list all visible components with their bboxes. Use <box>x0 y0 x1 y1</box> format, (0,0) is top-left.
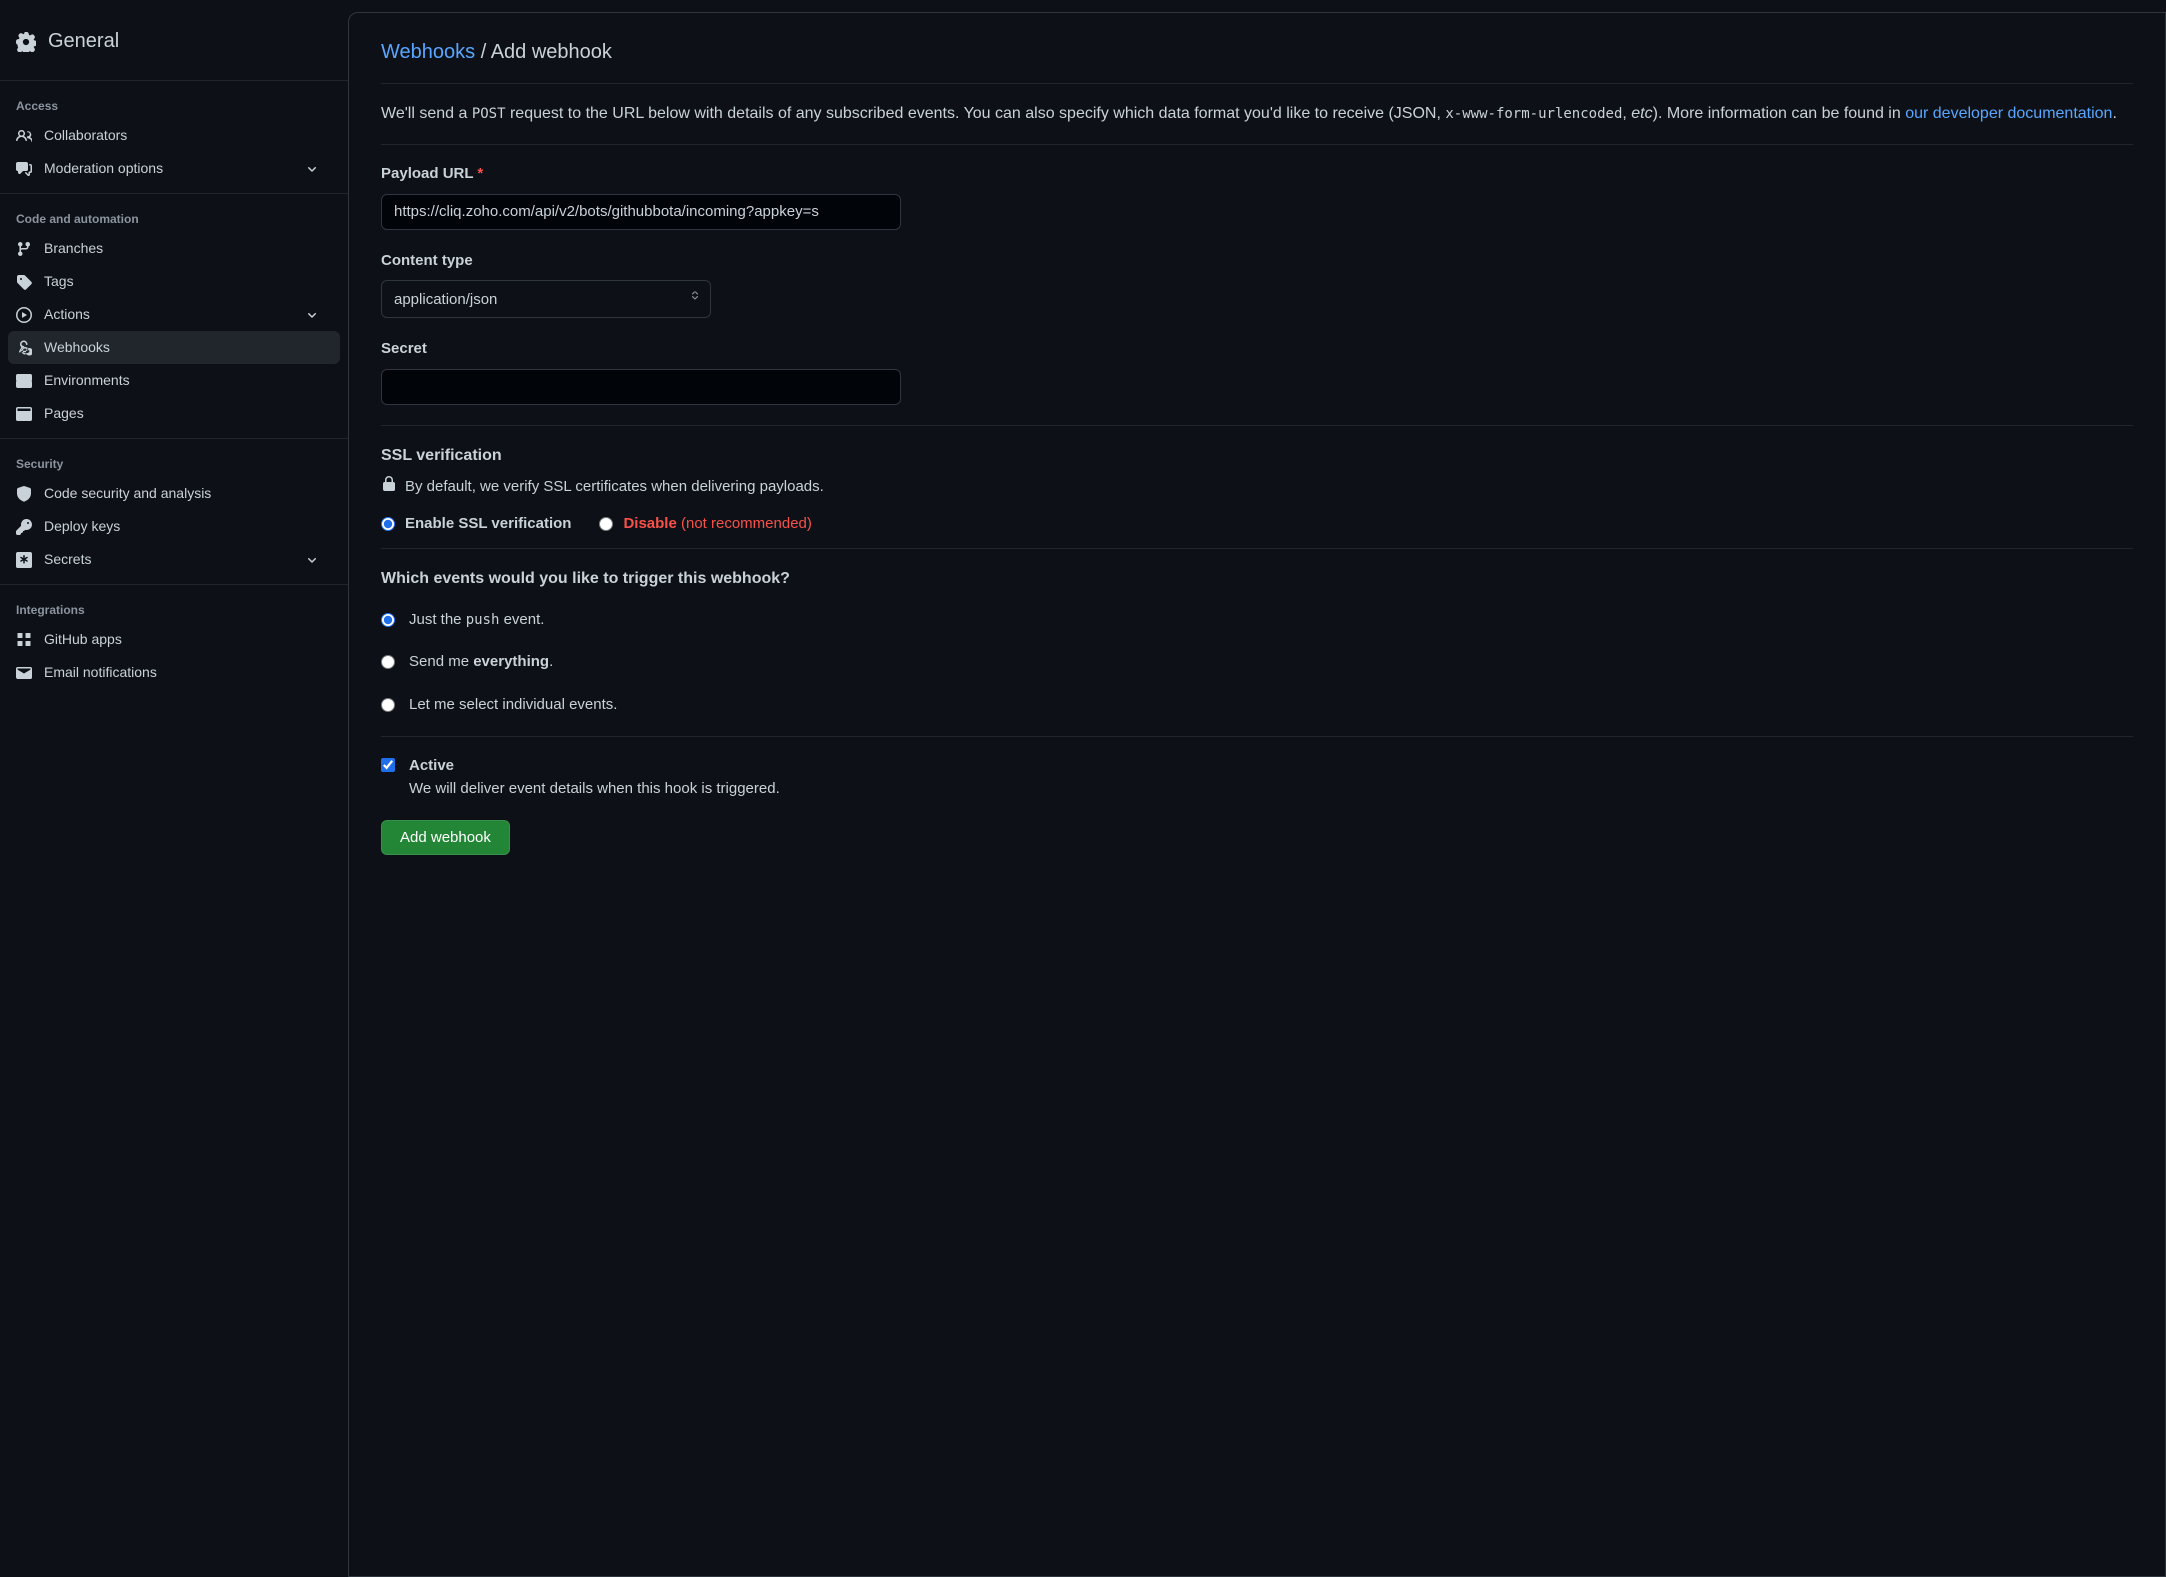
sidebar-label: Environments <box>44 370 130 391</box>
sidebar-label: Code security and analysis <box>44 483 211 504</box>
play-circle-icon <box>16 307 32 323</box>
sidebar-item-pages[interactable]: Pages <box>0 397 348 430</box>
webhook-icon <box>16 340 32 356</box>
divider <box>0 193 348 194</box>
content-type-select[interactable]: application/json <box>381 280 711 318</box>
docs-link[interactable]: our developer documentation <box>1905 105 2112 122</box>
divider <box>381 548 2133 549</box>
asterisk-icon <box>16 552 32 568</box>
ssl-note: By default, we verify SSL certificates w… <box>381 476 2133 500</box>
sidebar-label: Collaborators <box>44 125 127 146</box>
sidebar-label: Branches <box>44 238 103 259</box>
divider <box>381 736 2133 737</box>
chevron-down-icon <box>304 161 320 177</box>
divider <box>0 438 348 439</box>
sidebar-label: Actions <box>44 304 90 325</box>
shield-icon <box>16 486 32 502</box>
divider <box>381 83 2133 84</box>
sidebar-item-moderation[interactable]: Moderation options <box>0 152 348 185</box>
divider <box>381 425 2133 426</box>
sidebar-label: Secrets <box>44 549 91 570</box>
sidebar-item-branches[interactable]: Branches <box>0 232 348 265</box>
ssl-enable-radio[interactable] <box>381 517 395 531</box>
sidebar-item-deploy-keys[interactable]: Deploy keys <box>0 510 348 543</box>
chevron-down-icon <box>304 552 320 568</box>
git-branch-icon <box>16 241 32 257</box>
sidebar-item-environments[interactable]: Environments <box>0 364 348 397</box>
secret-label: Secret <box>381 338 2133 361</box>
sidebar-label: Email notifications <box>44 662 157 683</box>
gear-icon <box>16 31 36 51</box>
payload-url-label: Payload URL * <box>381 163 2133 186</box>
divider <box>0 80 348 81</box>
sidebar-heading-security: Security <box>0 447 348 477</box>
breadcrumb-current: Add webhook <box>491 41 612 63</box>
breadcrumb: Webhooks / Add webhook <box>381 37 2133 67</box>
active-checkbox[interactable] <box>381 758 395 772</box>
mail-icon <box>16 665 32 681</box>
sidebar-item-tags[interactable]: Tags <box>0 265 348 298</box>
sidebar-label: Pages <box>44 403 84 424</box>
sidebar-heading-code: Code and automation <box>0 202 348 232</box>
sidebar-item-actions[interactable]: Actions <box>0 298 348 331</box>
sidebar-label: GitHub apps <box>44 629 122 650</box>
intro-text: We'll send a POST request to the URL bel… <box>381 102 2133 126</box>
breadcrumb-separator: / <box>481 41 487 63</box>
people-icon <box>16 128 32 144</box>
divider <box>0 584 348 585</box>
ssl-enable-option[interactable]: Enable SSL verification <box>381 513 571 536</box>
events-everything-radio[interactable] <box>381 655 395 669</box>
server-icon <box>16 373 32 389</box>
sidebar-label: General <box>48 26 119 56</box>
chevron-down-icon <box>304 307 320 323</box>
ssl-disable-radio[interactable] <box>599 517 613 531</box>
events-individual-option[interactable]: Let me select individual events. <box>381 694 2133 717</box>
events-individual-radio[interactable] <box>381 698 395 712</box>
add-webhook-button[interactable]: Add webhook <box>381 820 510 855</box>
events-everything-option[interactable]: Send me everything. <box>381 651 2133 674</box>
active-check-row: Active We will deliver event details whe… <box>381 755 2133 800</box>
enc-code: x-www-form-urlencoded <box>1445 106 1622 122</box>
sidebar-label: Deploy keys <box>44 516 120 537</box>
lock-icon <box>381 476 397 500</box>
sidebar-label: Webhooks <box>44 337 110 358</box>
content-type-label: Content type <box>381 250 2133 273</box>
sidebar-item-github-apps[interactable]: GitHub apps <box>0 623 348 656</box>
sidebar-item-email-notifications[interactable]: Email notifications <box>0 656 348 689</box>
tag-icon <box>16 274 32 290</box>
sidebar-label: Tags <box>44 271 74 292</box>
events-just-option[interactable]: Just the push event. <box>381 609 2133 632</box>
ssl-radio-group: Enable SSL verification Disable (not rec… <box>381 513 2133 536</box>
key-icon <box>16 519 32 535</box>
sidebar-item-secrets[interactable]: Secrets <box>0 543 348 576</box>
sidebar-item-webhooks[interactable]: Webhooks <box>8 331 340 364</box>
browser-icon <box>16 406 32 422</box>
sidebar-item-code-security[interactable]: Code security and analysis <box>0 477 348 510</box>
events-heading: Which events would you like to trigger t… <box>381 567 2133 591</box>
breadcrumb-root-link[interactable]: Webhooks <box>381 41 475 63</box>
sidebar-heading-access: Access <box>0 89 348 119</box>
main-content: Webhooks / Add webhook We'll send a POST… <box>348 12 2166 1577</box>
apps-icon <box>16 632 32 648</box>
comment-discussion-icon <box>16 161 32 177</box>
sidebar-heading-integrations: Integrations <box>0 593 348 623</box>
sidebar-item-collaborators[interactable]: Collaborators <box>0 119 348 152</box>
payload-url-input[interactable] <box>381 194 901 230</box>
ssl-heading: SSL verification <box>381 444 2133 468</box>
secret-input[interactable] <box>381 369 901 405</box>
ssl-disable-option[interactable]: Disable (not recommended) <box>599 513 811 536</box>
post-code: POST <box>472 106 506 122</box>
required-asterisk: * <box>477 165 483 182</box>
events-just-radio[interactable] <box>381 613 395 627</box>
active-label: Active <box>409 755 780 778</box>
settings-sidebar: General Access Collaborators Moderation … <box>0 0 348 1577</box>
divider <box>381 144 2133 145</box>
sidebar-label: Moderation options <box>44 158 163 179</box>
active-desc: We will deliver event details when this … <box>409 778 780 801</box>
sidebar-item-general[interactable]: General <box>0 16 348 72</box>
